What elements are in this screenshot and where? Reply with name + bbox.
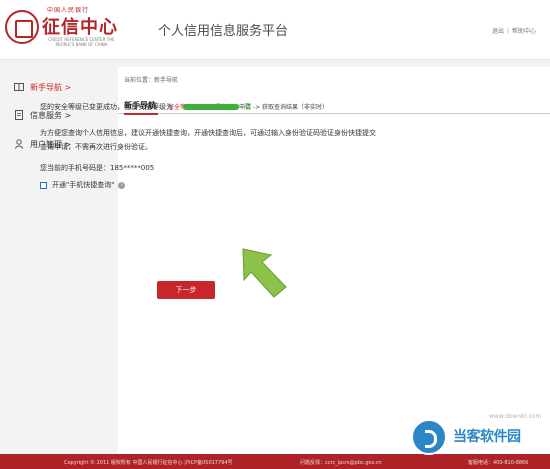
watermark-logo-icon	[411, 419, 447, 455]
logo-seal-icon	[5, 10, 39, 44]
footer-copyright: Copyright © 2011 版权所有 中国人民银行征信中心 沪ICP备05…	[64, 460, 233, 466]
info-icon[interactable]: i	[118, 181, 126, 189]
logo-title: 征信中心	[42, 17, 118, 38]
logout-link[interactable]: 退出	[492, 28, 504, 35]
logo-english: CREDIT REFERENCE CENTER THE PEOPLE'S BAN…	[48, 37, 115, 47]
quick-query-option: 开通"手机快捷查询" i	[40, 180, 126, 190]
security-level: 高	[244, 103, 251, 111]
sidebar-item-guide[interactable]: 新手导航 >	[14, 79, 71, 95]
quick-query-info: 为方便您查询个人信用信息，建议开通快捷查询，开通快捷查询后，可通过输入身份验证码…	[40, 129, 376, 151]
phone-value: 185*****005	[110, 164, 155, 172]
pointer-arrow-icon	[242, 248, 287, 298]
footer: Copyright © 2011 版权所有 中国人民银行征信中心 沪ICP备05…	[0, 454, 550, 469]
security-level-bar	[183, 104, 239, 110]
next-step-button[interactable]: 下一步	[157, 281, 215, 299]
quick-query-label: 开通"手机快捷查询"	[52, 181, 115, 189]
document-icon	[15, 110, 23, 120]
phone-label: 您当前的手机号码是：	[40, 164, 110, 172]
footer-hotline: 客服电话：400-810-8866	[468, 460, 529, 466]
help-center-link[interactable]: 帮助中心	[512, 28, 536, 35]
watermark-url: www.downkr.com	[489, 413, 542, 420]
security-message-text: 您的安全等级已变更成功，当前安全等级为	[40, 103, 173, 111]
header: 中国人民银行 征信中心 CREDIT REFERENCE CENTER THE …	[0, 0, 550, 60]
quick-query-checkbox[interactable]	[40, 181, 47, 189]
book-icon	[14, 83, 24, 91]
security-message: 您的安全等级已变更成功，当前安全等级为 高	[40, 102, 251, 112]
platform-title: 个人信用信息服务平台	[158, 24, 289, 39]
top-links: 退出 | 帮助中心	[492, 26, 536, 35]
watermark-text: 当客软件园	[453, 429, 521, 445]
link-separator: |	[506, 28, 509, 35]
breadcrumb: 当前位置：新手导航	[124, 77, 179, 84]
footer-feedback: 问题反馈：ccrc_ipcrs@pbc.gov.cn	[300, 460, 382, 466]
phone-number: 您当前的手机号码是：185*****005	[40, 163, 154, 173]
sidebar: 新手导航 > 信息服务 > 用户管理 >	[0, 61, 112, 454]
sidebar-item-label: 新手导航 >	[30, 82, 72, 92]
user-icon	[14, 139, 24, 149]
